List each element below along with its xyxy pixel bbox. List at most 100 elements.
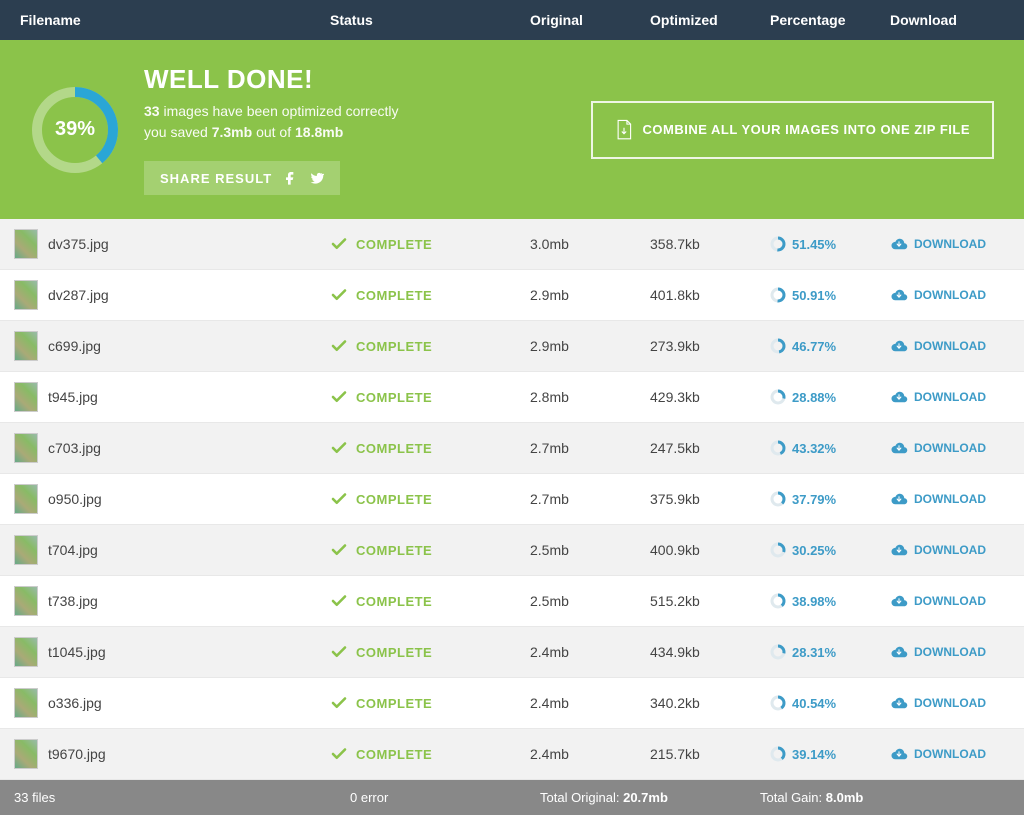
download-button[interactable]: DOWNLOAD bbox=[890, 237, 1010, 251]
table-row: o950.jpgCOMPLETE2.7mb375.9kb37.79%DOWNLO… bbox=[0, 474, 1024, 525]
download-button[interactable]: DOWNLOAD bbox=[890, 288, 1010, 302]
file-name: t738.jpg bbox=[48, 593, 98, 609]
status-cell: COMPLETE bbox=[330, 643, 530, 661]
status-label: COMPLETE bbox=[356, 339, 432, 354]
check-icon bbox=[330, 439, 348, 457]
file-cell: t9670.jpg bbox=[0, 739, 330, 769]
status-cell: COMPLETE bbox=[330, 286, 530, 304]
summary-line2: you saved 7.3mb out of 18.8mb bbox=[144, 122, 398, 143]
original-size: 2.4mb bbox=[530, 746, 650, 762]
share-label: SHARE RESULT bbox=[160, 171, 272, 186]
percent-ring-icon bbox=[770, 491, 786, 507]
download-button[interactable]: DOWNLOAD bbox=[890, 543, 1010, 557]
file-thumbnail bbox=[14, 484, 38, 514]
table-row: c703.jpgCOMPLETE2.7mb247.5kb43.32%DOWNLO… bbox=[0, 423, 1024, 474]
file-cell: o950.jpg bbox=[0, 484, 330, 514]
original-size: 2.8mb bbox=[530, 389, 650, 405]
file-name: t1045.jpg bbox=[48, 644, 106, 660]
status-label: COMPLETE bbox=[356, 441, 432, 456]
optimized-size: 429.3kb bbox=[650, 389, 770, 405]
table-footer: 33 files 0 error Total Original: 20.7mb … bbox=[0, 780, 1024, 815]
download-label: DOWNLOAD bbox=[914, 288, 986, 302]
download-label: DOWNLOAD bbox=[914, 390, 986, 404]
download-button[interactable]: DOWNLOAD bbox=[890, 696, 1010, 710]
check-icon bbox=[330, 337, 348, 355]
percent-ring-icon bbox=[770, 644, 786, 660]
percentage-cell: 51.45% bbox=[770, 236, 890, 252]
status-label: COMPLETE bbox=[356, 645, 432, 660]
original-size: 2.7mb bbox=[530, 440, 650, 456]
file-cell: t945.jpg bbox=[0, 382, 330, 412]
summary-text: WELL DONE! 33 images have been optimized… bbox=[144, 64, 398, 195]
file-thumbnail bbox=[14, 739, 38, 769]
download-button[interactable]: DOWNLOAD bbox=[890, 339, 1010, 353]
status-cell: COMPLETE bbox=[330, 439, 530, 457]
percent-value: 38.98% bbox=[792, 594, 836, 609]
percent-value: 51.45% bbox=[792, 237, 836, 252]
header-download: Download bbox=[890, 12, 1010, 28]
percentage-cell: 46.77% bbox=[770, 338, 890, 354]
file-name: c703.jpg bbox=[48, 440, 101, 456]
percent-ring-icon bbox=[770, 542, 786, 558]
file-name: dv287.jpg bbox=[48, 287, 109, 303]
cloud-download-icon bbox=[890, 492, 908, 506]
status-cell: COMPLETE bbox=[330, 694, 530, 712]
header-optimized: Optimized bbox=[650, 12, 770, 28]
status-cell: COMPLETE bbox=[330, 490, 530, 508]
file-cell: dv375.jpg bbox=[0, 229, 330, 259]
percent-ring-icon bbox=[770, 389, 786, 405]
download-button[interactable]: DOWNLOAD bbox=[890, 492, 1010, 506]
share-button[interactable]: SHARE RESULT bbox=[144, 161, 340, 195]
header-original: Original bbox=[530, 12, 650, 28]
combine-zip-button[interactable]: COMBINE ALL YOUR IMAGES INTO ONE ZIP FIL… bbox=[591, 101, 994, 159]
download-label: DOWNLOAD bbox=[914, 237, 986, 251]
status-label: COMPLETE bbox=[356, 594, 432, 609]
header-status: Status bbox=[330, 12, 530, 28]
file-name: t9670.jpg bbox=[48, 746, 106, 762]
download-label: DOWNLOAD bbox=[914, 441, 986, 455]
check-icon bbox=[330, 694, 348, 712]
table-row: t945.jpgCOMPLETE2.8mb429.3kb28.88%DOWNLO… bbox=[0, 372, 1024, 423]
summary-banner: 39% WELL DONE! 33 images have been optim… bbox=[0, 40, 1024, 219]
table-row: t704.jpgCOMPLETE2.5mb400.9kb30.25%DOWNLO… bbox=[0, 525, 1024, 576]
download-button[interactable]: DOWNLOAD bbox=[890, 441, 1010, 455]
percentage-cell: 28.88% bbox=[770, 389, 890, 405]
optimized-size: 434.9kb bbox=[650, 644, 770, 660]
file-name: t704.jpg bbox=[48, 542, 98, 558]
file-cell: o336.jpg bbox=[0, 688, 330, 718]
percent-ring-icon bbox=[770, 236, 786, 252]
file-cell: t738.jpg bbox=[0, 586, 330, 616]
file-cell: c703.jpg bbox=[0, 433, 330, 463]
status-cell: COMPLETE bbox=[330, 235, 530, 253]
download-button[interactable]: DOWNLOAD bbox=[890, 390, 1010, 404]
cloud-download-icon bbox=[890, 339, 908, 353]
percent-value: 43.32% bbox=[792, 441, 836, 456]
optimized-size: 215.7kb bbox=[650, 746, 770, 762]
download-label: DOWNLOAD bbox=[914, 594, 986, 608]
cloud-download-icon bbox=[890, 390, 908, 404]
download-label: DOWNLOAD bbox=[914, 696, 986, 710]
percent-ring-icon bbox=[770, 593, 786, 609]
download-label: DOWNLOAD bbox=[914, 747, 986, 761]
progress-ring: 39% bbox=[30, 85, 120, 175]
original-size: 2.9mb bbox=[530, 287, 650, 303]
download-button[interactable]: DOWNLOAD bbox=[890, 747, 1010, 761]
footer-total-gain: Total Gain: 8.0mb bbox=[760, 790, 1024, 805]
status-label: COMPLETE bbox=[356, 747, 432, 762]
download-button[interactable]: DOWNLOAD bbox=[890, 645, 1010, 659]
file-thumbnail bbox=[14, 280, 38, 310]
status-cell: COMPLETE bbox=[330, 541, 530, 559]
percent-value: 50.91% bbox=[792, 288, 836, 303]
file-name: t945.jpg bbox=[48, 389, 98, 405]
table-row: dv375.jpgCOMPLETE3.0mb358.7kb51.45%DOWNL… bbox=[0, 219, 1024, 270]
percentage-cell: 40.54% bbox=[770, 695, 890, 711]
progress-percent: 39% bbox=[30, 85, 120, 175]
optimized-size: 515.2kb bbox=[650, 593, 770, 609]
file-thumbnail bbox=[14, 433, 38, 463]
table-row: dv287.jpg COMPLETE2.9mb401.8kb 50.91% DOWNL… bbox=[0, 270, 1024, 321]
optimized-size: 401.8kb bbox=[650, 287, 770, 303]
percent-ring-icon bbox=[770, 695, 786, 711]
percentage-cell: 37.79% bbox=[770, 491, 890, 507]
download-button[interactable]: DOWNLOAD bbox=[890, 594, 1010, 608]
percent-ring-icon bbox=[770, 746, 786, 762]
